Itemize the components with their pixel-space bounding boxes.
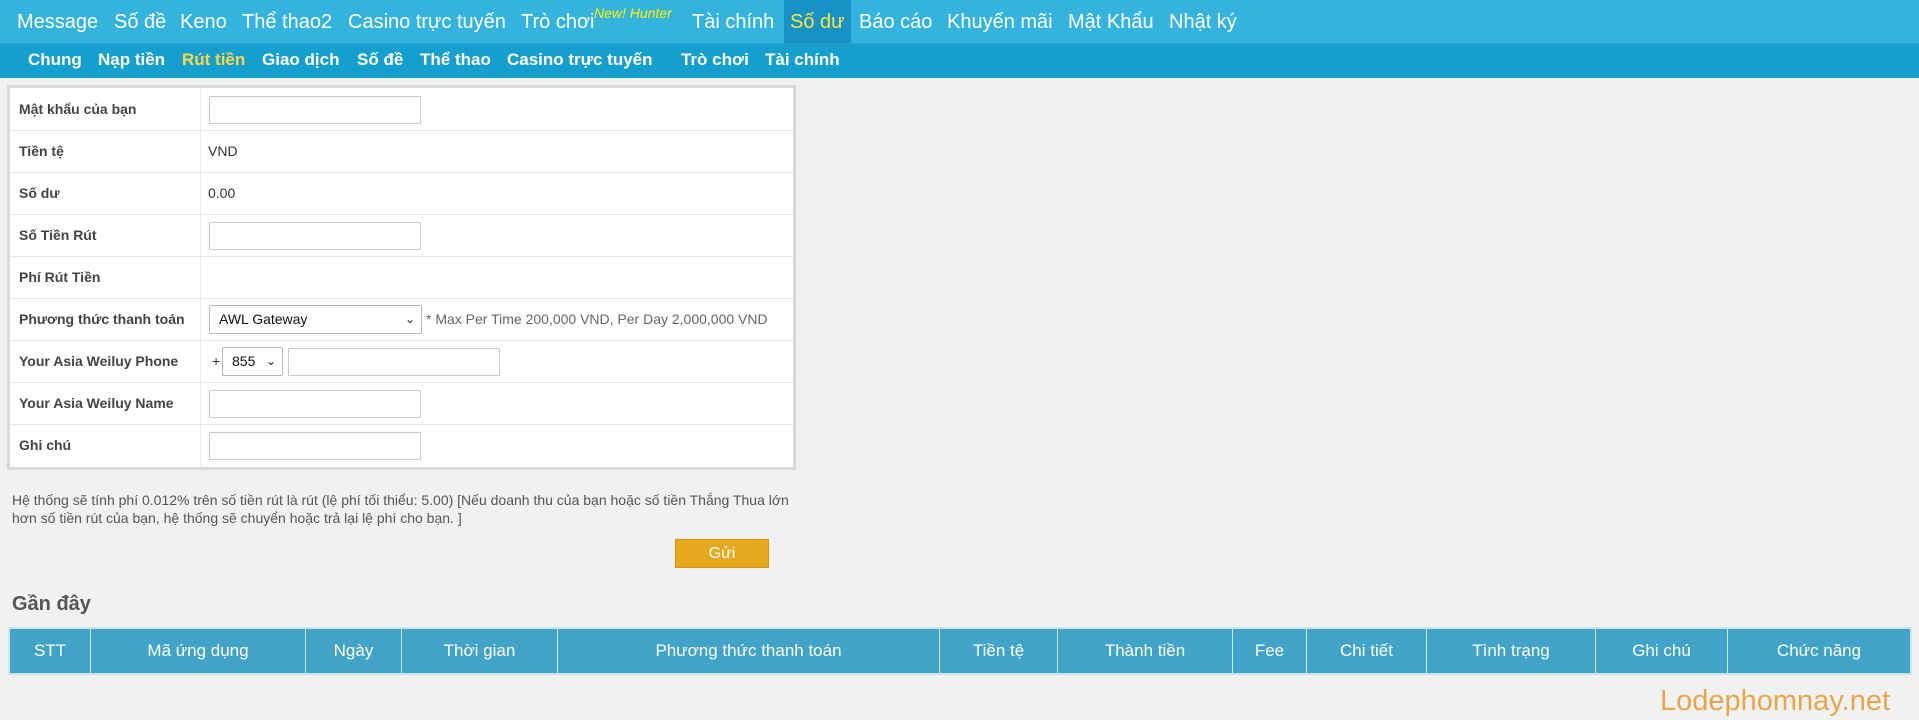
subnav-nap-tien[interactable]: Nạp tiền (98, 44, 165, 78)
subnav-casino[interactable]: Casino trực tuyến (507, 44, 653, 78)
nav-casino[interactable]: Casino trực tuyến (344, 0, 510, 43)
currency-row: Tiền tệ VND (10, 130, 793, 173)
col-ghi-chu: Ghi chú (1596, 629, 1728, 673)
nav-tai-chinh[interactable]: Tài chính (688, 0, 778, 43)
nav-the-thao2[interactable]: Thể thao2 (238, 0, 336, 43)
method-limit-note: * Max Per Time 200,000 VND, Per Day 2,00… (426, 311, 768, 327)
chevron-down-icon: ⌄ (265, 354, 276, 368)
nav-nhat-ky[interactable]: Nhật ký (1165, 0, 1241, 43)
nav-so-de[interactable]: Số đề (110, 0, 170, 43)
nav-tro-choi[interactable]: Trò chơi (517, 0, 599, 43)
note-label: Ghi chú (10, 424, 201, 466)
amount-input[interactable] (209, 222, 421, 250)
subnav-chung[interactable]: Chung (28, 44, 82, 78)
col-chuc-nang: Chức năng (1776, 641, 1862, 660)
password-input[interactable] (209, 96, 421, 124)
nav-bao-cao[interactable]: Báo cáo (855, 0, 936, 43)
col-phuong-thuc: Phương thức thanh toán (558, 629, 940, 673)
nav-so-du[interactable]: Số dư (784, 0, 851, 43)
amount-label: Số Tiền Rút (10, 214, 201, 256)
name-row: Your Asia Weiluy Name (10, 382, 793, 425)
phone-code-value: 855 (232, 353, 256, 369)
col-ngay: Ngày (306, 629, 402, 673)
phone-input[interactable] (288, 348, 500, 376)
phone-row: Your Asia Weiluy Phone + 855 ⌄ (10, 340, 793, 383)
balance-value: 0.00 (208, 185, 236, 201)
currency-label: Tiền tệ (10, 130, 201, 172)
currency-value: VND (208, 143, 238, 159)
col-fee: Fee (1233, 629, 1307, 673)
col-chi-tiet: Chi tiết (1307, 629, 1427, 673)
fee-row: Phí Rút Tiền (10, 256, 793, 299)
phone-plus: + (212, 353, 221, 369)
col-stt: STT (10, 629, 91, 673)
recent-title: Gần đây (12, 593, 91, 615)
method-select[interactable]: AWL Gateway ⌄ (209, 305, 422, 334)
password-label: Mật khẩu của bạn (10, 88, 201, 130)
submit-button[interactable]: Gửi (675, 539, 769, 568)
note-input[interactable] (209, 432, 421, 460)
subnav-tai-chinh[interactable]: Tài chính (765, 44, 840, 78)
subnav-the-thao[interactable]: Thể thao (420, 44, 491, 78)
subnav-so-de[interactable]: Số đề (357, 44, 403, 78)
top-nav: Message Số đề Keno Thể thao2 Casino trực… (0, 0, 1919, 44)
sub-nav: Chung Nạp tiền Rút tiền Giao dịch Số đề … (0, 44, 1919, 78)
new-hunter-badge: New! Hunter (594, 5, 672, 21)
amount-row: Số Tiền Rút (10, 214, 793, 257)
col-thanh-tien: Thành tiền (1058, 629, 1233, 673)
password-row: Mật khẩu của bạn (10, 88, 793, 131)
name-input[interactable] (209, 390, 421, 418)
balance-row: Số dư 0.00 (10, 172, 793, 215)
name-label: Your Asia Weiluy Name (10, 382, 201, 424)
subnav-giao-dich[interactable]: Giao dịch (262, 44, 339, 78)
col-tien-te: Tiền tệ (940, 629, 1058, 673)
phone-label: Your Asia Weiluy Phone (10, 340, 201, 382)
method-select-value: AWL Gateway (219, 311, 308, 327)
subnav-rut-tien[interactable]: Rút tiền (182, 44, 245, 78)
fee-info-text: Hệ thống sẽ tính phí 0.012% trên số tiền… (12, 492, 789, 526)
subnav-tro-choi[interactable]: Trò chơi (681, 44, 749, 78)
phone-code-select[interactable]: 855 ⌄ (222, 347, 283, 376)
balance-label: Số dư (10, 172, 201, 214)
col-ma-ung-dung: Mã ứng dụng (91, 629, 306, 673)
watermark-logo: Lodephomnay.net (1660, 685, 1891, 717)
nav-keno[interactable]: Keno (176, 0, 231, 43)
chevron-down-icon: ⌄ (404, 312, 415, 326)
method-row: Phương thức thanh toán AWL Gateway ⌄ * M… (10, 298, 793, 341)
col-thoi-gian: Thời gian (402, 629, 558, 673)
note-row: Ghi chú (10, 424, 793, 466)
nav-khuyen-mai[interactable]: Khuyến mãi (943, 0, 1057, 43)
withdraw-form: Mật khẩu của bạn Tiền tệ VND Số dư 0.00 … (7, 85, 796, 470)
fee-label: Phí Rút Tiền (10, 256, 201, 298)
col-tinh-trang: Tình trạng (1427, 629, 1596, 673)
nav-mat-khau[interactable]: Mật Khẩu (1064, 0, 1158, 43)
method-label: Phương thức thanh toán (10, 298, 201, 340)
nav-message[interactable]: Message (13, 0, 102, 43)
recent-table: STT Mã ứng dụng Ngày Thời gian Phương th… (8, 627, 1912, 675)
